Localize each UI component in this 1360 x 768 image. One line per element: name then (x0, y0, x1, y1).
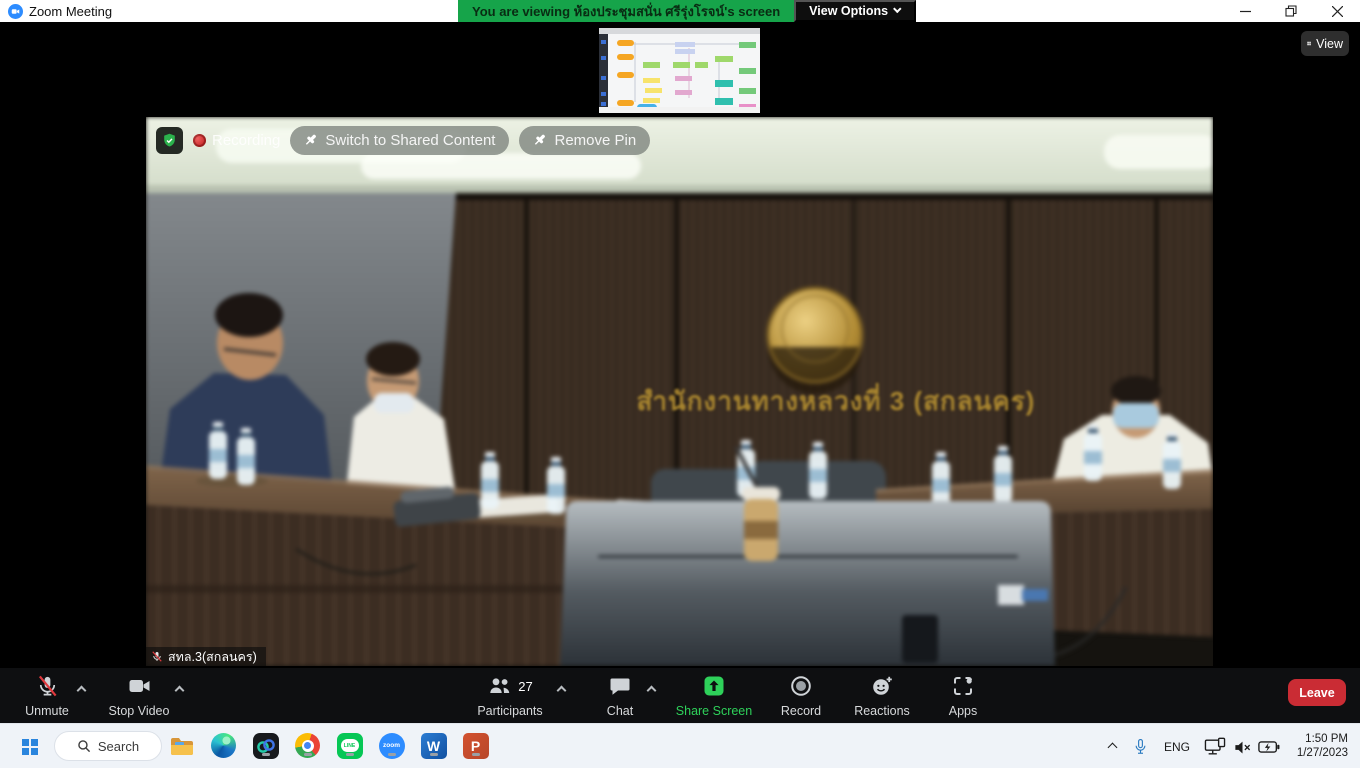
minimize-button[interactable] (1222, 0, 1268, 22)
pinned-video-feed[interactable]: สำนักงานทางหลวงที่ 3 (สกลนคร) Recording … (146, 117, 1213, 666)
share-screen-button[interactable]: Share Screen (670, 674, 758, 718)
participants-options-chevron[interactable] (556, 680, 567, 699)
chevron-up-icon (557, 686, 567, 696)
chevron-up-icon (1107, 742, 1117, 752)
participant-name-tag: สทล.3(สกลนคร) (146, 647, 266, 666)
participant-name: สทล.3(สกลนคร) (168, 647, 257, 667)
tray-clock[interactable]: 1:50 PM 1/27/2023 (1284, 732, 1348, 760)
audio-options-chevron[interactable] (76, 680, 87, 699)
running-indicator (304, 753, 312, 756)
start-button[interactable] (16, 733, 44, 761)
viewing-banner-text: You are viewing ห้องประชุมสนั่น ศรีรุ่งโ… (458, 0, 794, 22)
taskbar-chrome-icon[interactable] (294, 732, 321, 759)
taskbar-zoom-icon[interactable]: zoom (378, 732, 405, 759)
participants-button[interactable]: 27 Participants (462, 674, 558, 718)
taskbar-word-icon[interactable]: W (420, 732, 447, 759)
chevron-up-icon (647, 686, 657, 696)
title-bar: Zoom Meeting You are viewing ห้องประชุมส… (0, 0, 1360, 22)
recording-dot-icon (193, 134, 206, 147)
running-indicator (346, 753, 354, 756)
tray-language-indicator[interactable]: ENG (1160, 738, 1194, 756)
flowchart-preview (599, 28, 760, 113)
zoom-app-icon (8, 4, 23, 19)
share-screen-icon (702, 674, 726, 698)
taskbar-search[interactable]: Search (54, 731, 162, 761)
speaker-muted-icon (1233, 739, 1252, 756)
apps-icon (951, 674, 975, 698)
participants-count: 27 (518, 679, 532, 694)
grid-view-icon (1307, 37, 1311, 50)
tray-date: 1/27/2023 (1297, 746, 1348, 760)
chat-button[interactable]: Chat (592, 674, 648, 718)
switch-to-shared-content-button[interactable]: Switch to Shared Content (290, 126, 509, 155)
pin-icon (304, 133, 318, 148)
video-camera-icon (127, 674, 152, 698)
tray-volume-muted[interactable] (1230, 736, 1254, 758)
security-shield-badge[interactable] (156, 127, 183, 154)
taskbar-file-explorer-icon[interactable] (168, 732, 195, 759)
tray-show-hidden-icons[interactable] (1102, 738, 1122, 756)
leave-button[interactable]: Leave (1288, 679, 1346, 706)
running-indicator (388, 753, 396, 756)
unmute-button[interactable]: Unmute (14, 674, 80, 718)
microphone-icon (1133, 738, 1148, 756)
wall-sign-text: สำนักงานทางหลวงที่ 3 (สกลนคร) (576, 381, 1096, 422)
screen-share-banner: You are viewing ห้องประชุมสนั่น ศรีรุ่งโ… (458, 0, 916, 22)
chat-bubble-icon (608, 674, 632, 698)
meeting-stage: View (0, 22, 1360, 668)
apps-button[interactable]: Apps (932, 674, 994, 718)
running-indicator (262, 753, 270, 756)
taskbar-line-icon[interactable]: LINE (336, 732, 363, 759)
video-overlay-controls: Recording Switch to Shared Content Remov… (156, 126, 650, 155)
tray-battery-charging[interactable] (1256, 737, 1282, 757)
taskbar-edge-icon[interactable] (210, 732, 237, 759)
windows-logo-icon (22, 739, 38, 755)
restore-button[interactable] (1268, 0, 1314, 22)
taskbar-webex-icon[interactable] (252, 732, 279, 759)
chevron-down-icon (893, 5, 901, 13)
record-button[interactable]: Record (770, 674, 832, 718)
meeting-controls-toolbar: Unmute Stop Video 27 Participants Chat (0, 668, 1360, 723)
window-title-group: Zoom Meeting (8, 0, 112, 22)
taskbar-powerpoint-icon[interactable]: P (462, 732, 489, 759)
search-icon (77, 739, 91, 753)
remove-pin-button[interactable]: Remove Pin (519, 126, 650, 155)
record-icon (789, 674, 813, 698)
reactions-button[interactable]: Reactions (844, 674, 920, 718)
battery-icon (1258, 740, 1280, 754)
recording-label: Recording (212, 132, 280, 149)
window-controls (1222, 0, 1360, 22)
pin-icon (533, 133, 547, 148)
window-title: Zoom Meeting (29, 4, 112, 19)
folder-icon (169, 733, 195, 759)
stop-video-button[interactable]: Stop Video (100, 674, 178, 718)
tray-time: 1:50 PM (1305, 732, 1348, 746)
video-options-chevron[interactable] (174, 680, 185, 699)
windows-taskbar: Search LINE zoom W (0, 723, 1360, 768)
edge-browser-icon (211, 733, 236, 758)
smiley-plus-icon (870, 674, 894, 698)
running-indicator (472, 753, 480, 756)
view-layout-button[interactable]: View (1301, 31, 1349, 56)
view-options-button[interactable]: View Options (794, 0, 916, 22)
tray-cast-display-icon[interactable] (1202, 735, 1228, 759)
chevron-up-icon (77, 686, 87, 696)
muted-mic-icon (36, 674, 59, 698)
recording-indicator: Recording (193, 132, 280, 149)
muted-mic-icon (151, 650, 163, 663)
participants-icon (487, 674, 513, 698)
close-button[interactable] (1314, 0, 1360, 22)
shared-content-thumbnail[interactable] (599, 28, 760, 113)
tray-microphone-in-use[interactable] (1130, 735, 1150, 759)
shield-check-icon (161, 132, 178, 149)
display-icon (1204, 737, 1226, 757)
chevron-up-icon (175, 686, 185, 696)
chat-options-chevron[interactable] (646, 680, 657, 699)
running-indicator (430, 753, 438, 756)
